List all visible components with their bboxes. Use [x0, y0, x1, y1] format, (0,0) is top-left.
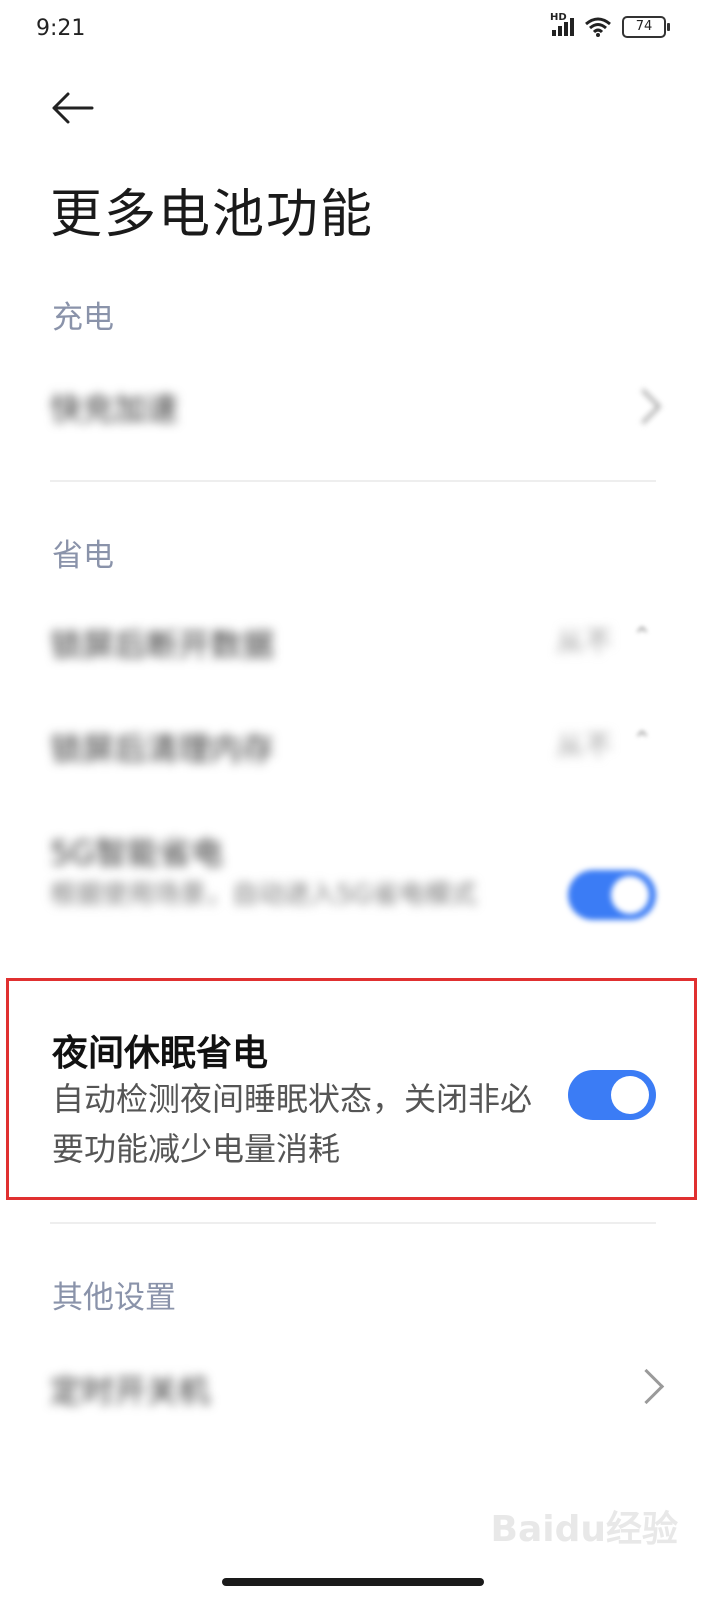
- list-item-scheduled-power[interactable]: 定时开关机: [0, 1330, 720, 1440]
- toggle-5g-power-saving[interactable]: [568, 870, 656, 920]
- status-time: 9:21: [36, 16, 86, 41]
- divider: [50, 1222, 656, 1224]
- status-icons: HD 74: [550, 12, 670, 38]
- night-sleep-title: 夜间休眠省电: [52, 1033, 269, 1074]
- list-item-title: 5G智能省电: [50, 834, 224, 872]
- section-label-power-saving: 省电: [52, 538, 114, 574]
- home-indicator[interactable]: [222, 1578, 484, 1586]
- section-label-other: 其他设置: [52, 1280, 176, 1316]
- toggle-knob: [611, 1076, 649, 1114]
- list-item-title: 定时开关机: [50, 1372, 211, 1410]
- section-label-charging: 充电: [52, 300, 114, 336]
- toggle-night-sleep[interactable]: [568, 1070, 656, 1120]
- list-item-lock-clear-memory[interactable]: 锁屏后清理内存 从不 ⌃: [0, 694, 720, 794]
- network-label: HD: [550, 12, 567, 23]
- list-item-subtitle: 根据使用场景，自动进入5G省电模式: [50, 880, 477, 910]
- signal-icon: HD: [550, 12, 574, 36]
- list-item-5g-power-saving[interactable]: 5G智能省电 根据使用场景，自动进入5G省电模式: [0, 806, 720, 971]
- list-item-value: 从不: [556, 625, 613, 658]
- night-sleep-subtitle: 自动检测夜间睡眠状态，关闭非必要功能减少电量消耗: [52, 1080, 533, 1168]
- list-item-fast-charge[interactable]: 快充加速: [0, 350, 720, 460]
- wifi-icon: [585, 17, 611, 37]
- chevron-updown-icon: ⌃: [632, 726, 653, 754]
- page-title: 更多电池功能: [50, 185, 375, 245]
- back-arrow-icon[interactable]: [48, 88, 96, 128]
- watermark: Baidu经验: [490, 1509, 678, 1550]
- chevron-right-icon: [628, 1368, 665, 1405]
- chevron-updown-icon: ⌃: [632, 622, 653, 650]
- list-item-title: 锁屏后断开数据: [50, 626, 275, 664]
- list-item-value: 从不: [556, 729, 613, 762]
- battery-icon: 74: [622, 16, 670, 38]
- list-item-title: 快充加速: [50, 390, 179, 428]
- chevron-right-icon: [625, 388, 662, 425]
- list-item-title: 锁屏后清理内存: [50, 730, 275, 768]
- divider: [50, 480, 656, 482]
- list-item-lock-disconnect-data[interactable]: 锁屏后断开数据 从不 ⌃: [0, 590, 720, 690]
